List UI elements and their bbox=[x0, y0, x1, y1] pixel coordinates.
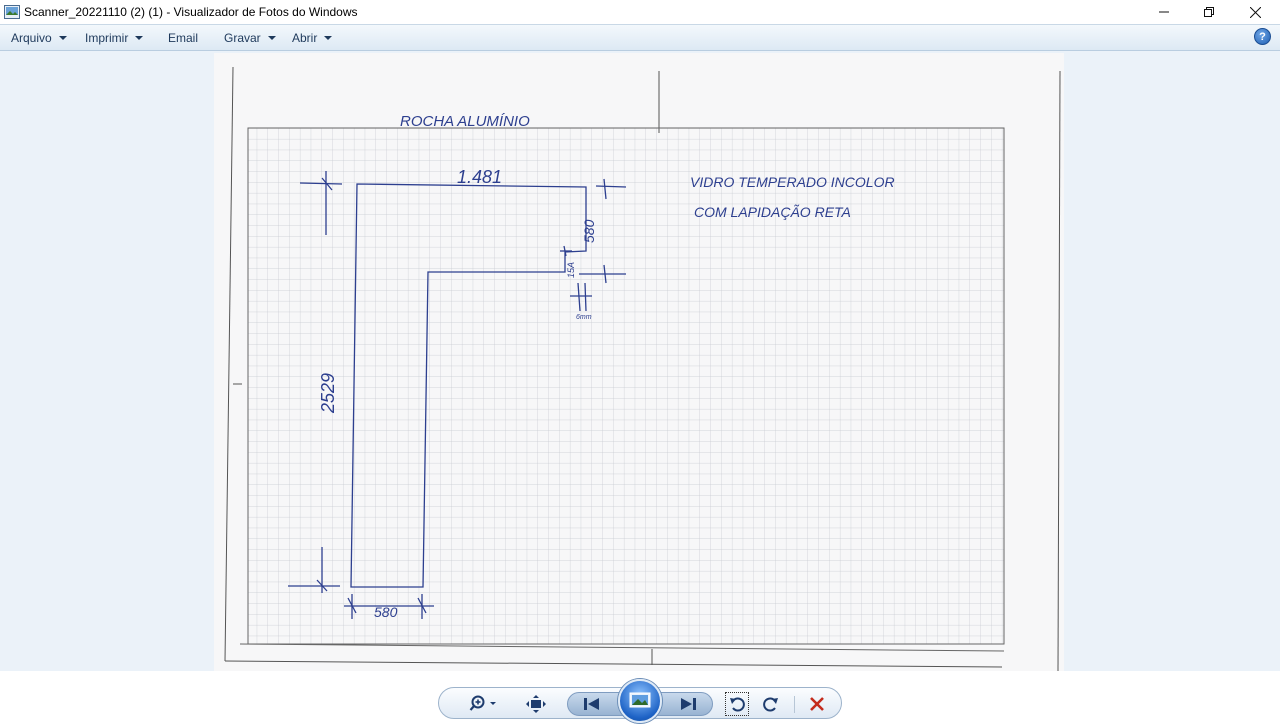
photo-viewer-app-icon bbox=[4, 5, 20, 19]
window-title: Scanner_20221110 (2) (1) - Visualizador … bbox=[24, 5, 358, 19]
menu-label: Email bbox=[168, 31, 199, 45]
menu-label: Arquivo bbox=[11, 31, 52, 45]
dimension-left: 2529 bbox=[318, 373, 338, 414]
menu-label: Gravar bbox=[224, 31, 261, 45]
next-button[interactable] bbox=[673, 688, 703, 720]
menu-gravar[interactable]: Gravar bbox=[224, 25, 276, 51]
delete-button[interactable] bbox=[803, 688, 831, 720]
rotate-right-icon bbox=[763, 697, 778, 712]
sketch-heading: ROCHA ALUMÍNIO bbox=[400, 113, 530, 130]
fit-window-icon bbox=[526, 695, 546, 713]
chevron-down-icon bbox=[58, 36, 67, 40]
rotate-left-icon bbox=[730, 697, 745, 712]
restore-button[interactable] bbox=[1186, 0, 1232, 24]
sketch-note-line2: COM LAPIDAÇÃO RETA bbox=[694, 204, 851, 220]
chevron-down-icon bbox=[135, 36, 144, 40]
sketch-svg: ROCHA ALUMÍNIO VIDRO TEMPERADO INCOLOR C… bbox=[214, 53, 1064, 672]
menu-imprimir[interactable]: Imprimir bbox=[85, 25, 144, 51]
sketch-note-line1: VIDRO TEMPERADO INCOLOR bbox=[690, 174, 895, 190]
menu-label: Abrir bbox=[292, 31, 318, 45]
help-button[interactable]: ? bbox=[1254, 28, 1271, 45]
close-icon bbox=[1249, 6, 1261, 18]
rotate-right-button[interactable] bbox=[759, 688, 783, 720]
next-icon bbox=[681, 698, 696, 710]
menu-abrir[interactable]: Abrir bbox=[292, 25, 333, 51]
grid-paper bbox=[239, 127, 1005, 652]
dimension-step: 15A bbox=[566, 262, 576, 278]
delete-icon bbox=[810, 697, 824, 711]
previous-icon bbox=[584, 698, 599, 710]
restore-icon bbox=[1204, 7, 1214, 17]
dimension-gap: 6mm bbox=[576, 314, 592, 321]
rotate-left-button[interactable] bbox=[725, 692, 749, 716]
slideshow-icon bbox=[629, 692, 651, 708]
menu-bar: Arquivo Imprimir Email Gravar Abrir ? bbox=[0, 24, 1280, 51]
menu-label: Imprimir bbox=[85, 31, 129, 45]
slideshow-button[interactable] bbox=[618, 679, 662, 723]
zoom-icon bbox=[469, 695, 496, 711]
minimize-icon bbox=[1159, 11, 1169, 13]
fit-window-button[interactable] bbox=[523, 688, 549, 720]
menu-email[interactable]: Email bbox=[168, 25, 198, 51]
image-viewer-area: ROCHA ALUMÍNIO VIDRO TEMPERADO INCOLOR C… bbox=[0, 51, 1280, 672]
dimension-top: 1.481 bbox=[457, 167, 502, 187]
previous-button[interactable] bbox=[577, 688, 607, 720]
menu-arquivo[interactable]: Arquivo bbox=[11, 25, 67, 51]
minimize-button[interactable] bbox=[1141, 0, 1187, 24]
close-window-button[interactable] bbox=[1232, 0, 1278, 24]
dimension-bottom: 580 bbox=[374, 604, 398, 620]
help-icon: ? bbox=[1259, 30, 1266, 43]
chevron-down-icon bbox=[324, 36, 333, 40]
chevron-down-icon bbox=[267, 36, 276, 40]
toolbar-separator bbox=[794, 696, 795, 713]
dimension-right: 580 bbox=[581, 219, 597, 243]
title-bar: Scanner_20221110 (2) (1) - Visualizador … bbox=[0, 0, 1280, 24]
zoom-button[interactable] bbox=[467, 688, 501, 720]
scanned-drawing-image: ROCHA ALUMÍNIO VIDRO TEMPERADO INCOLOR C… bbox=[214, 53, 1064, 672]
